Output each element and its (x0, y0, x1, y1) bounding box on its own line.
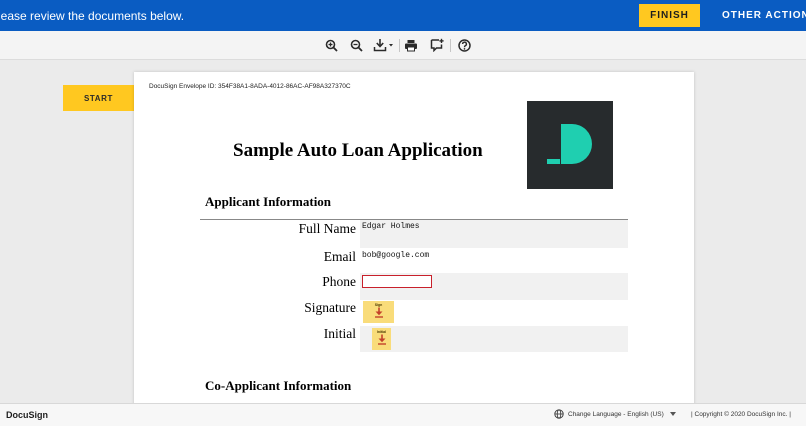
document-title: Sample Auto Loan Application (233, 140, 483, 161)
full-name-value: Edgar Holmes (362, 222, 420, 231)
signature-label: Signature (304, 300, 356, 315)
initial-here-tag[interactable]: Initial (372, 328, 391, 350)
initial-label: Initial (323, 326, 356, 341)
coapplicant-section-heading: Co-Applicant Information (205, 378, 352, 393)
chevron-down-icon (669, 412, 676, 416)
review-message: lease review the documents below. (0, 9, 185, 23)
company-logo (527, 101, 613, 189)
change-language-dropdown[interactable]: Change Language - English (US) (554, 409, 677, 419)
email-value: bob@google.com (362, 251, 430, 260)
other-actions-menu[interactable]: OTHER ACTIONS (722, 10, 806, 21)
document-page: DocuSign Envelope ID: 354F38A1-8ADA-4012… (134, 72, 694, 412)
toolbar-separator (399, 39, 400, 52)
toolbar-separator (450, 39, 451, 52)
comment-icon[interactable] (429, 36, 445, 54)
footer-bar: DocuSign Change Language - English (US) … (0, 403, 806, 426)
print-icon[interactable] (403, 36, 419, 54)
help-icon[interactable] (456, 36, 472, 54)
phone-label: Phone (322, 274, 356, 289)
logo-mark-icon (547, 124, 592, 164)
language-label: Change Language - English (US) (568, 410, 664, 418)
globe-icon (554, 409, 564, 419)
download-arrow-icon (377, 334, 386, 345)
download-icon[interactable] (372, 36, 396, 54)
docusign-brand: DocuSign (6, 410, 48, 420)
start-button[interactable]: START (63, 85, 134, 111)
full-name-label: Full Name (298, 221, 356, 236)
copyright-text: | Copyright © 2020 DocuSign Inc. | (691, 411, 791, 418)
initial-row-bg (360, 326, 628, 352)
finish-button[interactable]: FINISH (639, 4, 700, 27)
download-arrow-icon (374, 307, 383, 318)
sign-here-tag[interactable]: Sign (363, 301, 394, 323)
zoom-out-icon[interactable] (348, 36, 364, 54)
zoom-in-icon[interactable] (323, 36, 339, 54)
email-label: Email (323, 249, 356, 264)
envelope-id: DocuSign Envelope ID: 354F38A1-8ADA-4012… (149, 83, 351, 90)
document-toolbar (0, 31, 806, 60)
phone-input[interactable] (362, 275, 432, 288)
top-bar: lease review the documents below. FINISH… (0, 0, 806, 31)
applicant-section-heading: Applicant Information (205, 194, 332, 209)
